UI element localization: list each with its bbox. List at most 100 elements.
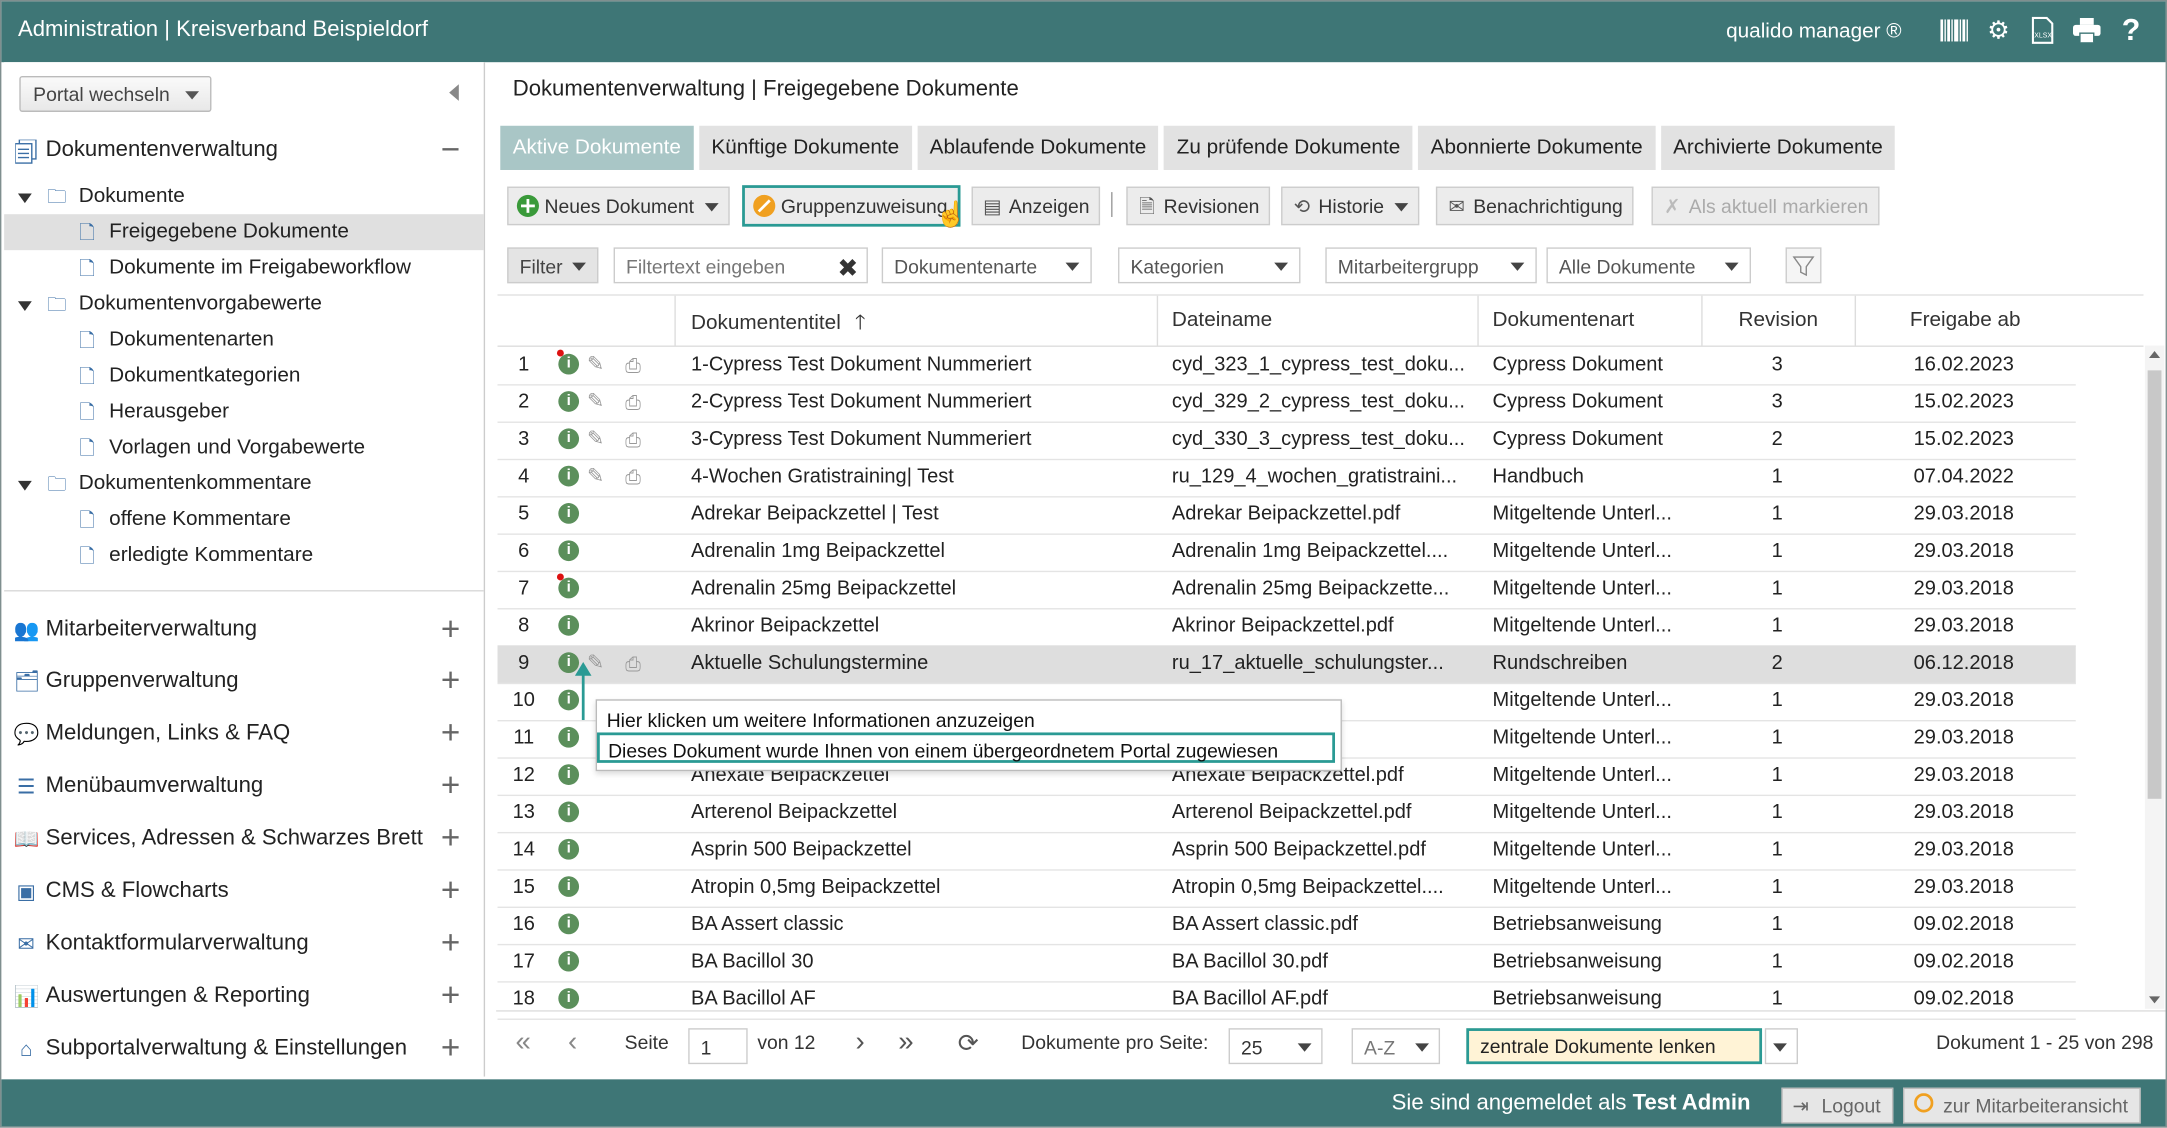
edit-icon[interactable]: ✎ bbox=[583, 427, 608, 452]
info-icon[interactable]: i bbox=[556, 349, 580, 375]
collapse-sidebar-icon[interactable] bbox=[449, 84, 459, 101]
categories-select[interactable]: Kategorien bbox=[1118, 247, 1301, 284]
print-icon[interactable]: ⎙ bbox=[621, 390, 646, 415]
plus-icon[interactable]: + bbox=[441, 925, 460, 964]
show-button[interactable]: ▤ Anzeigen bbox=[971, 186, 1101, 226]
plus-icon[interactable]: + bbox=[441, 820, 460, 859]
tab-3[interactable]: Ablaufende Dokumente bbox=[917, 125, 1159, 170]
expand-toggle-icon[interactable] bbox=[17, 301, 32, 311]
mark-current-button[interactable]: ✗ Als aktuell markieren bbox=[1651, 186, 1880, 226]
sidebar-section[interactable]: ▣ CMS & Flowcharts + bbox=[4, 867, 484, 917]
section-dokumentenverwaltung[interactable]: Dokumentenverwaltung − bbox=[4, 126, 484, 176]
table-row[interactable]: 1 i ✎ ⎙ 1-Cypress Test Dokument Nummeriert cy… bbox=[497, 347, 2076, 386]
sidebar-tree-item[interactable]: 🗋 Vorlagen und Vorgabewerte bbox=[4, 430, 484, 466]
sidebar-tree-item[interactable]: 🗋 erledigte Kommentare bbox=[4, 538, 484, 574]
table-row[interactable]: 9 i ✎ ⎙ Aktuelle Schulungstermine ru_17_aktue… bbox=[497, 645, 2076, 685]
document-type-select[interactable]: Dokumentenarte bbox=[881, 247, 1092, 284]
sidebar-tree-item[interactable]: 🗋 offene Kommentare bbox=[4, 502, 484, 538]
table-row[interactable]: 5 i Adrekar Beipackzettel | Test Adrekar Be… bbox=[497, 496, 2076, 535]
sidebar-tree-item[interactable]: 🗋 Freigegebene Dokumente bbox=[4, 214, 484, 251]
print-icon[interactable]: ⎙ bbox=[621, 352, 646, 377]
column-header-doctype[interactable]: Dokumentenart bbox=[1493, 308, 1635, 331]
table-row[interactable]: 7 i Adrenalin 25mg Beipackzettel Adrenalin … bbox=[497, 571, 2076, 610]
employee-view-button[interactable]: zur Mitarbeiteransicht bbox=[1903, 1087, 2141, 1124]
info-icon[interactable]: i bbox=[558, 428, 580, 450]
edit-icon[interactable]: ✎ bbox=[583, 352, 608, 377]
last-page-icon[interactable]: » bbox=[898, 1027, 913, 1059]
info-icon[interactable]: i bbox=[558, 913, 580, 935]
help-icon[interactable]: ? bbox=[2116, 12, 2146, 47]
print-icon[interactable]: ⎙ bbox=[621, 464, 646, 489]
sidebar-section[interactable]: 💬 Meldungen, Links & FAQ + bbox=[4, 709, 484, 759]
info-icon[interactable]: i bbox=[558, 391, 580, 412]
print-icon[interactable]: ⎙ bbox=[621, 651, 646, 676]
revisions-button[interactable]: 🗎 Revisionen bbox=[1126, 186, 1271, 226]
table-row[interactable]: 2 i ✎ ⎙ 2-Cypress Test Dokument Nummeriert cy… bbox=[497, 384, 2076, 423]
sidebar-section[interactable]: ✉ Kontaktformularverwaltung + bbox=[4, 919, 484, 969]
table-row[interactable]: 6 i Adrenalin 1mg Beipackzettel Adrenalin 1… bbox=[497, 533, 2076, 573]
employee-group-select[interactable]: Mitarbeitergrupp bbox=[1325, 247, 1537, 284]
sidebar-section[interactable]: 📖 Services, Adressen & Schwarzes Brett + bbox=[4, 814, 484, 864]
sidebar-section[interactable]: 🗂 Gruppenverwaltung + bbox=[4, 656, 484, 706]
portal-switch-dropdown[interactable]: Portal wechseln bbox=[19, 76, 212, 112]
page-number-input[interactable]: 1 bbox=[688, 1028, 748, 1065]
table-row[interactable]: 13 i Arterenol Beipackzettel Arterenol Beip… bbox=[497, 795, 2076, 834]
info-icon[interactable]: i bbox=[558, 950, 580, 972]
sidebar-section[interactable]: ☰ Menübaumverwaltung + bbox=[4, 761, 484, 811]
funnel-icon[interactable] bbox=[1785, 247, 1822, 284]
info-icon[interactable]: i bbox=[558, 540, 580, 562]
tab-6[interactable]: Archivierte Dokumente bbox=[1660, 125, 1896, 170]
table-row[interactable]: 16 i BA Assert classic BA Assert classic.pd… bbox=[497, 907, 2076, 946]
table-scrollbar[interactable] bbox=[2144, 345, 2165, 1009]
barcode-icon[interactable] bbox=[1939, 15, 1969, 45]
info-icon[interactable]: i bbox=[558, 726, 580, 748]
logout-button[interactable]: ⇥ Logout bbox=[1781, 1087, 1894, 1124]
info-icon[interactable]: i bbox=[558, 764, 580, 785]
sidebar-tree-item[interactable]: 🗋 Dokumentkategorien bbox=[4, 358, 484, 394]
sidebar-section[interactable]: 📊 Auswertungen & Reporting + bbox=[4, 972, 484, 1022]
filter-dropdown[interactable]: Filter bbox=[507, 247, 599, 284]
clear-icon[interactable]: ✖ bbox=[837, 250, 858, 286]
table-row[interactable]: 15 i Atropin 0,5mg Beipackzettel Atropin 0,… bbox=[497, 869, 2076, 908]
info-icon[interactable]: i bbox=[558, 876, 580, 897]
table-row[interactable]: 17 i BA Bacillol 30 BA Bacillol 30.pdf Betri… bbox=[497, 944, 2076, 983]
plus-icon[interactable]: + bbox=[441, 662, 460, 701]
sidebar-tree-item[interactable]: 🗋 Dokumentenarten bbox=[4, 322, 484, 358]
tab-1[interactable]: Aktive Dokumente bbox=[500, 125, 694, 170]
tab-5[interactable]: Abonnierte Dokumente bbox=[1418, 125, 1656, 170]
info-icon[interactable]: i bbox=[558, 838, 580, 860]
expand-toggle-icon[interactable] bbox=[17, 193, 32, 204]
info-icon[interactable]: i bbox=[558, 614, 580, 636]
info-icon[interactable]: i bbox=[558, 465, 580, 487]
prev-page-icon[interactable]: ‹ bbox=[568, 1027, 577, 1059]
edit-icon[interactable]: ✎ bbox=[583, 464, 608, 489]
sidebar-section[interactable]: 👥 Mitarbeiterverwaltung + bbox=[4, 605, 484, 655]
next-page-icon[interactable]: › bbox=[855, 1027, 864, 1059]
filter-text-input[interactable]: Filtertext eingeben ✖ bbox=[613, 247, 868, 286]
gears-icon[interactable]: ⚙ bbox=[1983, 15, 2013, 45]
table-row[interactable]: 8 i Akrinor Beipackzettel Akrinor Beipackze… bbox=[497, 608, 2076, 647]
plus-icon[interactable]: + bbox=[441, 767, 460, 806]
sidebar-section[interactable]: ⌂ Subportalverwaltung & Einstellungen + bbox=[4, 1024, 484, 1074]
notification-button[interactable]: ✉ Benachrichtigung bbox=[1435, 186, 1634, 226]
plus-icon[interactable]: + bbox=[441, 977, 460, 1016]
table-row[interactable]: 14 i Asprin 500 Beipackzettel Asprin 500 Be… bbox=[497, 832, 2076, 871]
plus-icon[interactable]: + bbox=[441, 872, 460, 911]
plus-icon[interactable]: + bbox=[441, 714, 460, 753]
scroll-up-icon[interactable] bbox=[2149, 351, 2161, 358]
expand-toggle-icon[interactable] bbox=[17, 480, 32, 491]
print-icon[interactable]: ⎙ bbox=[621, 427, 646, 452]
edit-icon[interactable]: ✎ bbox=[583, 390, 608, 415]
scroll-down-icon[interactable] bbox=[2149, 996, 2161, 1004]
all-documents-select[interactable]: Alle Dokumente bbox=[1546, 247, 1751, 284]
history-button[interactable]: ⟲ Historie bbox=[1281, 186, 1420, 226]
new-document-button[interactable]: Neues Dokument bbox=[507, 186, 730, 226]
info-icon[interactable]: i bbox=[558, 503, 580, 524]
print-icon[interactable] bbox=[2072, 15, 2102, 45]
sidebar-tree-item[interactable]: 🗀 Dokumente bbox=[4, 178, 484, 214]
plus-icon[interactable]: + bbox=[441, 1030, 460, 1069]
minus-icon[interactable]: − bbox=[441, 131, 460, 170]
sort-select[interactable]: A-Z bbox=[1351, 1028, 1441, 1065]
xlsx-icon[interactable]: XLSX bbox=[2027, 15, 2057, 45]
info-icon[interactable]: i bbox=[556, 573, 580, 599]
